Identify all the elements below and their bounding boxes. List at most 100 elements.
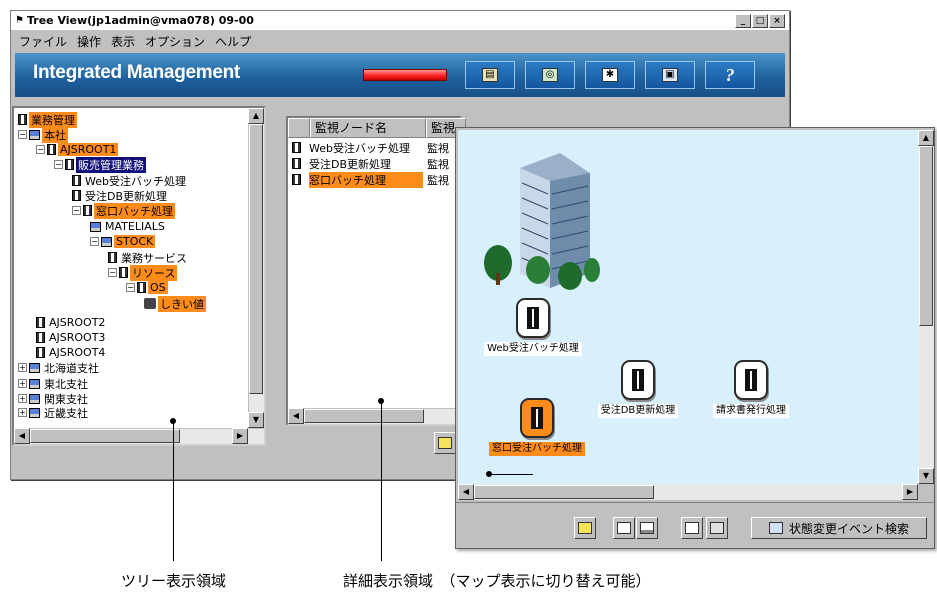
map-horizontal-scrollbar[interactable]: ◀ ▶ bbox=[458, 484, 918, 500]
detail-toolbar bbox=[286, 426, 462, 462]
scroll-up-arrow-icon[interactable]: ▲ bbox=[248, 108, 264, 124]
tree-node[interactable]: − リソース bbox=[108, 264, 178, 281]
map-node-web-batch[interactable]: Web受注バッチ処理 bbox=[478, 298, 588, 356]
scroll-thumb[interactable] bbox=[304, 409, 424, 423]
help-button[interactable]: ? bbox=[705, 61, 755, 89]
tree-node[interactable]: 業務サービス bbox=[108, 250, 189, 265]
scroll-thumb[interactable] bbox=[919, 146, 933, 326]
list-row[interactable]: 受注DB更新処理 監視 bbox=[288, 156, 460, 171]
tree-node[interactable]: 業務管理 bbox=[18, 111, 77, 128]
map-switch-button[interactable] bbox=[434, 432, 456, 454]
scroll-right-arrow-icon[interactable]: ▶ bbox=[232, 428, 248, 444]
detail-area-caption: 詳細表示領域 （マップ表示に切り替え可能） bbox=[343, 572, 651, 590]
scroll-down-arrow-icon[interactable]: ▼ bbox=[248, 412, 264, 428]
tree-node[interactable]: + 北海道支社 bbox=[18, 360, 101, 375]
scroll-left-arrow-icon[interactable]: ◀ bbox=[288, 408, 304, 424]
expand-icon[interactable]: + bbox=[18, 363, 27, 372]
product-title: Integrated Management bbox=[33, 62, 240, 83]
tree-node[interactable]: − OS bbox=[126, 280, 168, 295]
collapse-icon[interactable]: − bbox=[54, 160, 63, 169]
column-header-node-name[interactable]: 監視ノード名 bbox=[310, 118, 426, 138]
list-view-button[interactable] bbox=[636, 517, 658, 539]
menu-file[interactable]: ファイル bbox=[19, 33, 67, 50]
pc-icon bbox=[29, 129, 40, 140]
menu-operation[interactable]: 操作 bbox=[77, 33, 101, 50]
tree-node[interactable]: しきい値 bbox=[144, 295, 206, 312]
server-icon bbox=[292, 174, 301, 185]
map-canvas[interactable]: Web受注バッチ処理 受注DB更新処理 請求書発行処理 窓口受注バッチ処理 bbox=[458, 130, 918, 484]
list-row[interactable]: Web受注バッチ処理 監視 bbox=[288, 140, 460, 155]
expand-icon[interactable]: + bbox=[18, 379, 27, 388]
tree-node[interactable]: − 販売管理業務 bbox=[54, 156, 146, 173]
server-icon bbox=[72, 175, 81, 186]
map-view-button[interactable] bbox=[613, 517, 635, 539]
tree-node-label: OS bbox=[148, 281, 168, 294]
chart-button[interactable]: ▣ bbox=[645, 61, 695, 89]
tree-node[interactable]: AJSROOT3 bbox=[36, 330, 107, 345]
map-node-db-update[interactable]: 受注DB更新処理 bbox=[578, 360, 698, 418]
scroll-thumb[interactable] bbox=[249, 124, 263, 394]
tree-node[interactable]: − STOCK bbox=[90, 234, 156, 249]
menu-options[interactable]: オプション bbox=[145, 33, 205, 50]
tree-node[interactable]: 受注DB更新処理 bbox=[72, 188, 169, 203]
tree-panel[interactable]: 業務管理 − 本社 − AJSROOT1− 販売管理業務 Web受注バッチ処理 受注DB更新処… bbox=[12, 106, 266, 446]
server-icon bbox=[36, 317, 45, 328]
pc-icon bbox=[29, 378, 40, 389]
tree-node-label: 北海道支社 bbox=[44, 361, 99, 375]
collapse-icon[interactable]: − bbox=[108, 268, 117, 277]
tree-node[interactable]: − 本社 bbox=[18, 126, 68, 143]
tree-area-caption: ツリー表示領域 bbox=[121, 572, 227, 590]
menu-help[interactable]: ヘルプ bbox=[215, 33, 251, 50]
tree-node[interactable]: + 東北支社 bbox=[18, 376, 90, 391]
map-view-icon bbox=[617, 522, 631, 534]
collapse-icon[interactable]: − bbox=[18, 130, 27, 139]
detail-horizontal-scrollbar[interactable]: ◀ bbox=[288, 408, 460, 424]
map-node-invoice[interactable]: 請求書発行処理 bbox=[691, 360, 811, 418]
map-up-button[interactable] bbox=[574, 517, 596, 539]
column-header-icon[interactable] bbox=[288, 118, 310, 138]
list-row[interactable]: 窓口バッチ処理 監視 bbox=[288, 171, 460, 188]
server-icon bbox=[108, 252, 117, 263]
detail-panel[interactable]: 監視ノード名 監視 Web受注バッチ処理 監視 受注DB更新処理 監視 窓口バッチ処理監… bbox=[286, 116, 466, 426]
app-icon: ⚑ bbox=[15, 15, 24, 26]
scroll-left-arrow-icon[interactable]: ◀ bbox=[14, 428, 30, 444]
scroll-left-arrow-icon[interactable]: ◀ bbox=[458, 484, 474, 500]
expand-icon[interactable]: + bbox=[18, 408, 27, 417]
close-button[interactable]: × bbox=[769, 13, 785, 28]
tree-vertical-scrollbar[interactable]: ▲ ▼ bbox=[248, 108, 264, 428]
server-icon bbox=[65, 159, 74, 170]
scroll-thumb[interactable] bbox=[474, 485, 654, 499]
minimize-button[interactable]: _ bbox=[735, 13, 751, 28]
tree-node[interactable]: − 窓口バッチ処理 bbox=[72, 202, 175, 219]
scroll-down-arrow-icon[interactable]: ▼ bbox=[918, 468, 934, 484]
collapse-icon[interactable]: − bbox=[72, 206, 81, 215]
collapse-icon[interactable]: − bbox=[90, 237, 99, 246]
zoom-out-button[interactable] bbox=[706, 517, 728, 539]
menu-bar: ファイル 操作 表示 オプション ヘルプ bbox=[11, 31, 789, 51]
maximize-button[interactable]: □ bbox=[752, 13, 768, 28]
tree-node[interactable]: Web受注バッチ処理 bbox=[72, 173, 188, 188]
scroll-up-arrow-icon[interactable]: ▲ bbox=[918, 130, 934, 146]
tree-node[interactable]: AJSROOT4 bbox=[36, 345, 107, 360]
collapse-icon[interactable]: − bbox=[36, 145, 45, 154]
expand-icon[interactable]: + bbox=[18, 394, 27, 403]
tree-node[interactable]: − AJSROOT1 bbox=[36, 142, 119, 157]
event-search-button[interactable]: 状態変更イベント検索 bbox=[751, 517, 927, 539]
pc-icon bbox=[29, 407, 40, 418]
scroll-thumb[interactable] bbox=[30, 429, 180, 443]
menu-view[interactable]: 表示 bbox=[111, 33, 135, 50]
bug-button[interactable]: ✱ bbox=[585, 61, 635, 89]
tree-node[interactable]: + 近畿支社 bbox=[18, 405, 90, 420]
collapse-icon[interactable]: − bbox=[126, 283, 135, 292]
zoom-in-button[interactable] bbox=[681, 517, 703, 539]
tree-node[interactable]: MATELIALS bbox=[90, 219, 167, 234]
help-icon: ? bbox=[725, 64, 735, 85]
map-vertical-scrollbar[interactable]: ▲ ▼ bbox=[918, 130, 934, 484]
monitor-button[interactable]: ◎ bbox=[525, 61, 575, 89]
tree-horizontal-scrollbar[interactable]: ◀ ▶ bbox=[14, 428, 264, 444]
tree-node[interactable]: AJSROOT2 bbox=[36, 315, 107, 330]
event-console-button[interactable]: ▤ bbox=[465, 61, 515, 89]
scroll-right-arrow-icon[interactable]: ▶ bbox=[902, 484, 918, 500]
chart-icon: ▣ bbox=[662, 68, 678, 82]
map-node-counter-batch[interactable]: 窓口受注バッチ処理 bbox=[482, 398, 592, 456]
